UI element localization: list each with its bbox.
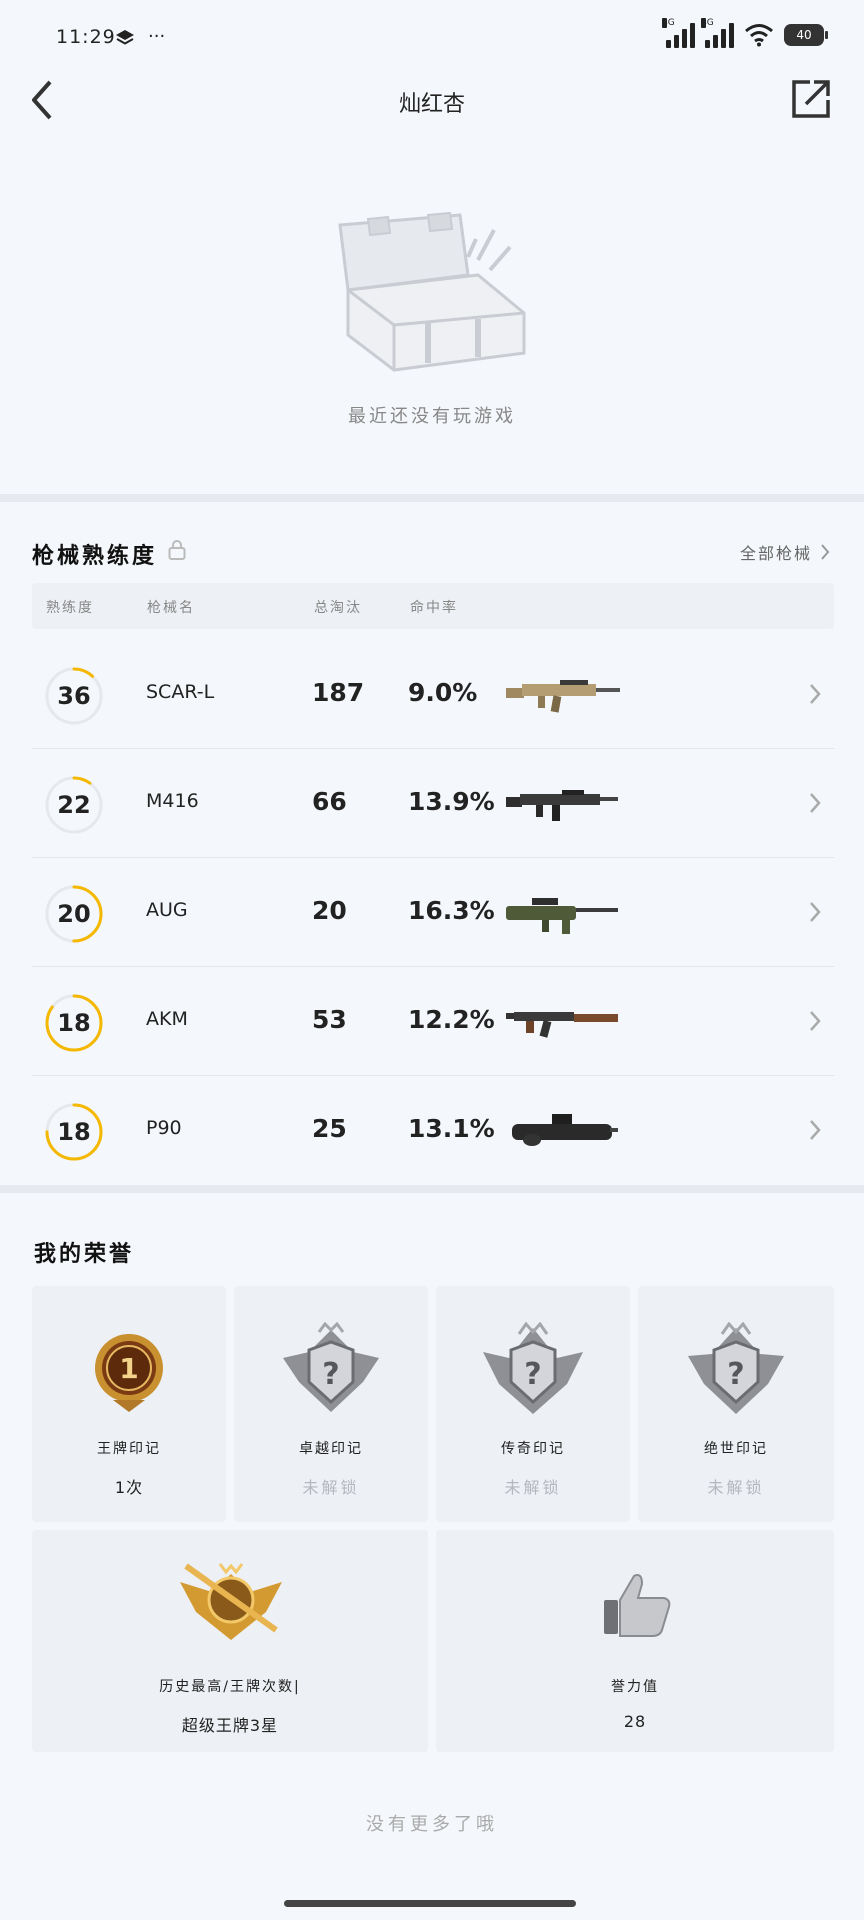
gun-kills: 66 (312, 787, 347, 816)
empty-state-text: 最近还没有玩游戏 (348, 406, 516, 427)
thumbs-up-icon (604, 1574, 671, 1637)
more-status-icon: ··· (148, 26, 166, 47)
aug-rifle-image (506, 898, 618, 934)
gun-name: M416 (146, 790, 199, 812)
gun-accuracy: 13.9% (408, 787, 495, 816)
locked-badge-icon: ? (483, 1322, 583, 1414)
honor-value: 未解锁 (504, 1478, 562, 1497)
no-more-text: 没有更多了哦 (366, 1814, 498, 1835)
col-level: 熟练度 (46, 600, 94, 616)
mastery-level: 36 (57, 682, 91, 710)
gun-accuracy: 16.3% (408, 896, 495, 925)
gun-kills: 20 (312, 896, 347, 925)
honor-value: 超级王牌3星 (181, 1716, 279, 1735)
status-icons: 4G 4G 40 (662, 18, 828, 48)
layers-icon (116, 30, 134, 45)
honor-label: 历史最高/王牌次数| (159, 1679, 301, 1695)
gun-name: P90 (146, 1117, 182, 1139)
weapon-row-p90[interactable]: 18 P90 25 13.1% (32, 1076, 834, 1184)
honor-value: 未解锁 (302, 1478, 360, 1497)
honor-label: 誉力值 (611, 1679, 659, 1695)
honor-card-legend[interactable]: ? 传奇印记 未解锁 (436, 1286, 630, 1522)
col-name: 枪械名 (147, 600, 195, 616)
chevron-right-icon (810, 1120, 821, 1140)
battery-icon: 40 (784, 24, 828, 46)
empty-box-illustration (338, 211, 526, 372)
home-indicator[interactable] (284, 1900, 576, 1907)
gun-accuracy: 13.1% (408, 1114, 495, 1143)
col-accuracy: 命中率 (410, 600, 458, 616)
scar-rifle-image (506, 680, 620, 713)
honor-card-peerless[interactable]: ? 绝世印记 未解锁 (638, 1286, 834, 1522)
honor-card-excellent[interactable]: ? 卓越印记 未解锁 (234, 1286, 428, 1522)
akm-rifle-image (506, 1012, 618, 1038)
all-weapons-link[interactable]: 全部枪械 (740, 540, 830, 564)
honor-card-highest-rank[interactable]: 历史最高/王牌次数| 超级王牌3星 (32, 1530, 428, 1752)
mastery-level: 22 (57, 791, 91, 819)
honor-label: 传奇印记 (501, 1441, 565, 1457)
honor-value: 28 (623, 1712, 647, 1731)
honor-card-ace[interactable]: 1 王牌印记 1次 (32, 1286, 226, 1522)
wifi-icon (745, 24, 773, 47)
weapon-row-akm[interactable]: 18 AKM 53 12.2% (32, 967, 834, 1076)
gun-name: SCAR-L (146, 681, 215, 703)
signal-icon: 4G (662, 18, 695, 48)
honors-section-title: 我的荣誉 (34, 1242, 135, 1267)
honor-label: 王牌印记 (97, 1441, 161, 1457)
gun-kills: 53 (312, 1005, 347, 1034)
m416-rifle-image (506, 790, 618, 821)
svg-text:1: 1 (119, 1352, 138, 1385)
col-kills: 总淘汰 (314, 600, 362, 616)
honor-card-reputation[interactable]: 誉力值 28 (436, 1530, 834, 1752)
all-weapons-label: 全部枪械 (739, 544, 812, 563)
gun-kills: 25 (312, 1114, 347, 1143)
svg-text:?: ? (727, 1357, 744, 1392)
section-divider (0, 494, 864, 502)
gun-kills: 187 (312, 678, 365, 707)
weapon-row-aug[interactable]: 20 AUG 20 16.3% (32, 858, 834, 967)
mastery-level: 20 (57, 900, 91, 928)
chevron-right-icon (810, 1011, 821, 1031)
svg-text:?: ? (524, 1357, 541, 1392)
status-time: 11:29 (56, 26, 116, 48)
gun-accuracy: 12.2% (408, 1005, 495, 1034)
page-title: 灿红杏 (398, 92, 465, 117)
signal-icon-2: 4G (701, 18, 734, 48)
honor-value: 未解锁 (707, 1478, 765, 1497)
lock-icon (168, 540, 186, 560)
p90-smg-image (512, 1114, 618, 1146)
ace-medal-icon: 1 (95, 1334, 163, 1412)
mastery-level: 18 (57, 1009, 91, 1037)
honor-label: 绝世印记 (704, 1441, 768, 1457)
section-divider (0, 1185, 864, 1193)
chevron-right-icon (821, 544, 830, 560)
mastery-level: 18 (57, 1118, 91, 1146)
chevron-right-icon (810, 793, 821, 813)
gun-name: AKM (146, 1008, 188, 1030)
gun-name: AUG (146, 899, 188, 921)
share-icon[interactable] (790, 78, 832, 120)
weapon-row-scar[interactable]: 36 SCAR-L 187 9.0% (32, 640, 834, 749)
weapon-row-m416[interactable]: 22 M416 66 13.9% (32, 749, 834, 858)
chevron-right-icon (810, 902, 821, 922)
locked-badge-icon: ? (283, 1322, 379, 1412)
honor-value: 1次 (114, 1478, 144, 1497)
chevron-right-icon (810, 684, 821, 704)
weapons-table-header: 熟练度 枪械名 总淘汰 命中率 (32, 583, 834, 629)
honor-label: 卓越印记 (299, 1441, 363, 1457)
locked-badge-icon: ? (688, 1322, 784, 1414)
super-ace-badge-icon (180, 1563, 282, 1640)
svg-text:?: ? (322, 1357, 339, 1392)
gun-accuracy: 9.0% (408, 678, 478, 707)
weapons-section-title: 枪械熟练度 (32, 544, 158, 569)
